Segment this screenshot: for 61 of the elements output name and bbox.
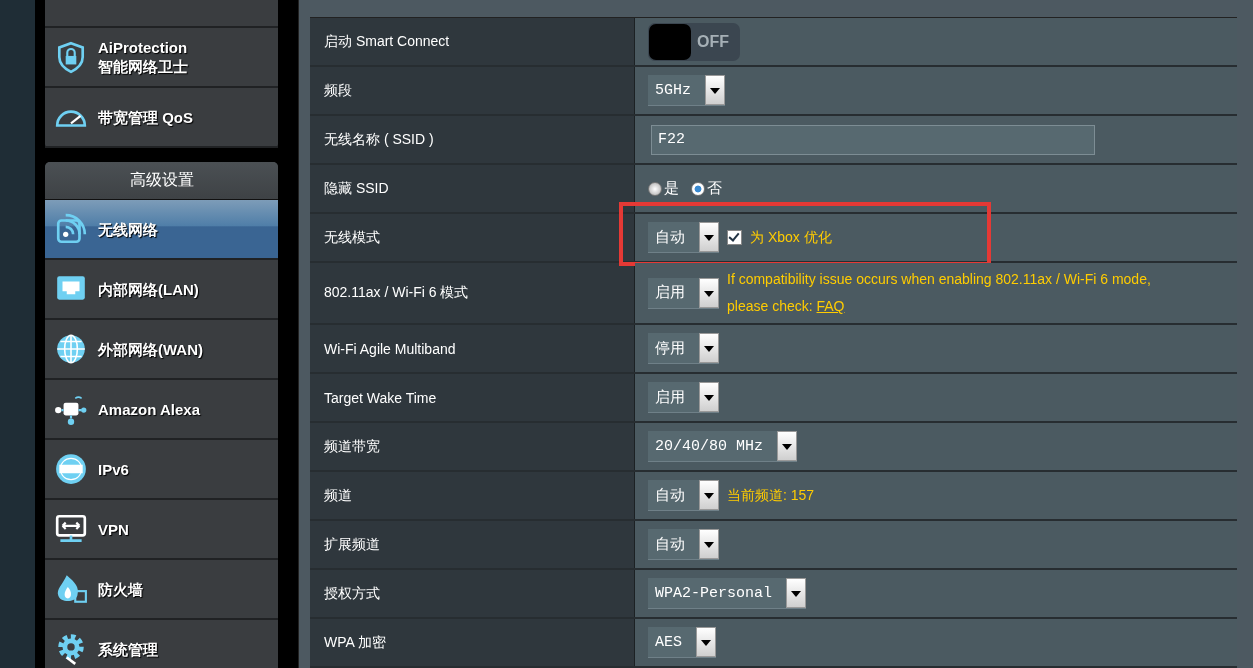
caret-icon — [705, 75, 725, 105]
radio-button[interactable] — [648, 181, 662, 196]
menu-item-sublabel: 智能网络卫士 — [98, 57, 188, 76]
caret-icon — [777, 431, 798, 461]
dropdown[interactable]: WPA2-Personal — [648, 578, 807, 609]
dropdown[interactable]: 停用 — [648, 333, 719, 364]
setting-label: WPA 加密 — [310, 619, 635, 666]
setting-label: 扩展频道 — [310, 521, 635, 568]
radio-label: 是 — [664, 179, 679, 198]
menu-item[interactable]: IPv6 — [45, 440, 278, 500]
caret-icon — [786, 578, 807, 608]
menu-item-label: AiProtection — [98, 38, 188, 57]
wireless-icon — [54, 212, 88, 246]
setting-label: 频道带宽 — [310, 423, 635, 470]
dropdown[interactable]: 自动 — [648, 480, 719, 511]
menu-item[interactable]: 内部网络(LAN) — [45, 260, 278, 320]
caret-icon — [699, 382, 719, 412]
menu-item-label: 系统管理 — [98, 639, 158, 659]
menu-item-label: Amazon Alexa — [98, 399, 200, 419]
text-field[interactable]: F22 — [651, 124, 1095, 155]
setting-label: 802.11ax / Wi-Fi 6 模式 — [310, 263, 635, 323]
caret-icon — [699, 480, 719, 510]
menu-item-label: 带宽管理 QoS — [98, 107, 193, 127]
dropdown[interactable]: 自动 — [648, 222, 719, 253]
setting-label: 无线模式 — [310, 214, 635, 261]
radio-button[interactable] — [691, 181, 705, 196]
hint-text: 当前频道: 157 — [727, 486, 815, 505]
radio-label: 否 — [707, 179, 722, 198]
caret-icon — [699, 333, 719, 363]
caret-icon — [696, 627, 716, 657]
dropdown[interactable]: AES — [648, 627, 716, 658]
setting-label: 频道 — [310, 472, 635, 519]
globe-icon — [54, 332, 88, 366]
dropdown[interactable]: 20/40/80 MHz — [648, 431, 798, 462]
dropdown[interactable]: 启用 — [648, 277, 719, 309]
dropdown[interactable]: 5GHz — [648, 75, 725, 106]
caret-icon — [699, 277, 719, 308]
setting-label: 频段 — [310, 67, 635, 114]
hint-text: If compatibility issue occurs when enabling 802.11ax / Wi-Fi 6 mode, please check: FAQ — [727, 270, 1152, 316]
setting-label: 无线名称 ( SSID ) — [310, 116, 635, 163]
dropdown[interactable]: 启用 — [648, 382, 719, 413]
menu-item-label: 内部网络(LAN) — [98, 279, 199, 299]
checkbox[interactable] — [727, 230, 742, 245]
faq-link[interactable]: FAQ — [816, 298, 845, 314]
setting-label: 隐藏 SSID — [310, 165, 635, 212]
toggle-switch[interactable]: OFF — [648, 22, 740, 61]
setting-label: 授权方式 — [310, 570, 635, 617]
setting-label: Target Wake Time — [310, 374, 635, 421]
caret-icon — [699, 222, 719, 252]
setting-label: Wi-Fi Agile Multiband — [310, 325, 635, 372]
menu-item-label: 外部网络(WAN) — [98, 339, 203, 359]
checkbox-label: 为 Xbox 优化 — [750, 228, 832, 247]
menu-item-label: VPN — [98, 519, 129, 539]
dropdown[interactable]: 自动 — [648, 529, 719, 560]
menu-item-label: 无线网络 — [98, 219, 158, 239]
caret-icon — [699, 529, 719, 559]
menu-item[interactable]: 无线网络 — [45, 200, 278, 260]
section-header: 高级设置 — [45, 162, 278, 200]
menu-item-label: 防火墙 — [98, 579, 143, 599]
menu-item-label: IPv6 — [98, 459, 129, 479]
setting-label: 启动 Smart Connect — [310, 18, 635, 65]
